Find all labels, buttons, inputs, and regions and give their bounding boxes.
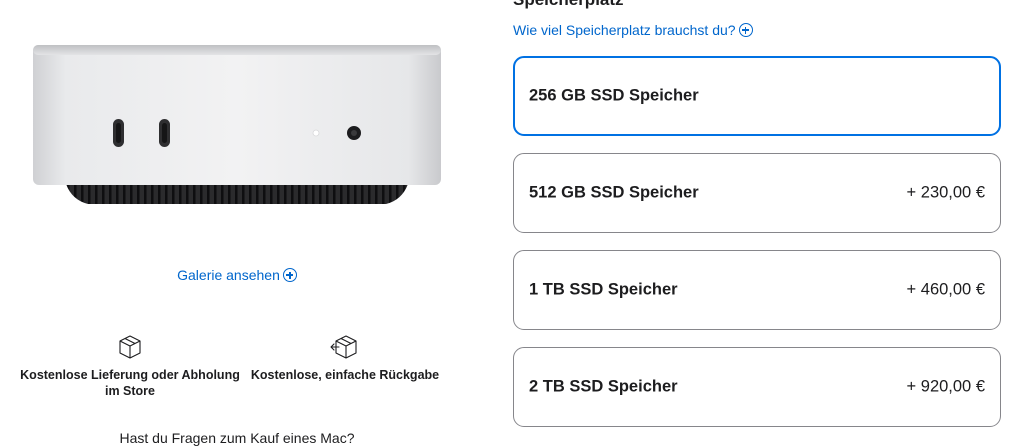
storage-help-link-label: Wie viel Speicherplatz brauchst du?: [513, 22, 736, 38]
storage-option-2tb[interactable]: 2 TB SSD Speicher + 920,00 €: [513, 347, 1001, 427]
option-price: + 920,00 €: [906, 377, 985, 396]
box-icon: [119, 335, 141, 359]
mac-mini-image: [33, 45, 441, 204]
gallery-link-label: Galerie ansehen: [177, 267, 280, 283]
option-label: 512 GB SSD Speicher: [529, 183, 699, 202]
option-label: 1 TB SSD Speicher: [529, 280, 678, 299]
storage-option-1tb[interactable]: 1 TB SSD Speicher + 460,00 €: [513, 250, 1001, 330]
plus-circle-icon: [282, 268, 297, 282]
service-returns-label: Kostenlose, einfache Rückgabe: [250, 368, 440, 382]
storage-option-256gb[interactable]: 256 GB SSD Speicher: [513, 56, 1001, 136]
option-price: + 230,00 €: [906, 183, 985, 202]
service-returns: Kostenlose, einfache Rückgabe: [250, 334, 440, 383]
gallery-link[interactable]: Galerie ansehen: [0, 267, 474, 283]
service-delivery: Kostenlose Lieferung oder Abholung im St…: [20, 334, 240, 399]
option-label: 2 TB SSD Speicher: [529, 377, 678, 396]
box-return-icon: [330, 335, 357, 359]
plus-circle-icon: [738, 23, 753, 37]
option-price: + 460,00 €: [906, 280, 985, 299]
service-delivery-label: Kostenlose Lieferung oder Abholung im St…: [20, 368, 240, 398]
option-label: 256 GB SSD Speicher: [529, 86, 699, 105]
product-gallery-panel: Galerie ansehen Kostenlose Lieferung ode…: [0, 0, 470, 446]
section-title: Speicherplatz: [513, 0, 624, 10]
questions-heading: Hast du Fragen zum Kauf eines Mac?: [119, 430, 355, 446]
storage-config-panel: Speicherplatz Wie viel Speicherplatz bra…: [513, 0, 1003, 443]
storage-help-link[interactable]: Wie viel Speicherplatz brauchst du?: [513, 22, 753, 38]
storage-option-512gb[interactable]: 512 GB SSD Speicher + 230,00 €: [513, 153, 1001, 233]
